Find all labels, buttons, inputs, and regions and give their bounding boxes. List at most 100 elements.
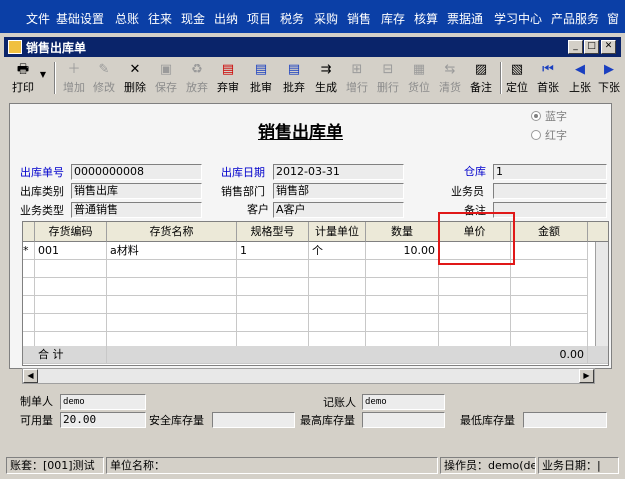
print-button[interactable]: 🖶 打印 bbox=[8, 60, 38, 96]
empty-grid-cell[interactable] bbox=[237, 260, 309, 278]
menu-project[interactable]: 项目 bbox=[247, 10, 271, 27]
cargo-location-button[interactable]: ▦ 货位 bbox=[405, 60, 433, 96]
col-header-name[interactable]: 存货名称 bbox=[107, 222, 237, 242]
minimize-button[interactable]: _ bbox=[568, 40, 583, 54]
cell-name[interactable]: a材料 bbox=[107, 242, 237, 260]
col-header-qty[interactable]: 数量 bbox=[366, 222, 439, 242]
empty-grid-cell[interactable] bbox=[309, 296, 366, 314]
radio-red[interactable]: 红字 bbox=[531, 127, 567, 143]
cell-qty[interactable]: 10.00 bbox=[366, 242, 439, 260]
empty-grid-cell[interactable] bbox=[511, 278, 588, 296]
batch-approve-button[interactable]: ▤ 批审 bbox=[247, 60, 275, 96]
empty-grid-cell[interactable] bbox=[237, 278, 309, 296]
empty-grid-cell[interactable] bbox=[366, 278, 439, 296]
print-dropdown-button[interactable]: ▼ bbox=[38, 60, 48, 96]
abandon-button[interactable]: ♻ 放弃 bbox=[183, 60, 211, 96]
add-row-button[interactable]: ⊞ 增行 bbox=[343, 60, 371, 96]
modify-button[interactable]: ✎ 修改 bbox=[90, 60, 118, 96]
cell-code[interactable]: 001 bbox=[35, 242, 107, 260]
close-button[interactable]: ✕ bbox=[601, 40, 616, 54]
menu-purchase[interactable]: 采购 bbox=[314, 10, 338, 27]
menu-sales[interactable]: 销售 bbox=[347, 10, 371, 27]
grid-vertical-scrollbar[interactable] bbox=[595, 242, 608, 346]
locate-button[interactable]: ▧ 定位 bbox=[503, 60, 531, 96]
menu-basic-settings[interactable]: 基础设置 bbox=[56, 10, 104, 27]
menu-product-service[interactable]: 产品服务 bbox=[551, 10, 599, 27]
empty-grid-cell[interactable] bbox=[107, 278, 237, 296]
save-button[interactable]: ▣ 保存 bbox=[152, 60, 180, 96]
batch-discard-button[interactable]: ▤ 批弃 bbox=[280, 60, 308, 96]
empty-grid-cell[interactable] bbox=[23, 314, 35, 332]
doc-date-field[interactable]: 2012-03-31 bbox=[273, 164, 404, 180]
menu-bill-pass[interactable]: 票据通 bbox=[447, 10, 483, 27]
radio-blue[interactable]: 蓝字 bbox=[531, 108, 567, 124]
cell-amount[interactable] bbox=[511, 242, 588, 260]
salesman-field[interactable] bbox=[493, 183, 607, 199]
generate-button[interactable]: ⇉ 生成 bbox=[312, 60, 340, 96]
empty-grid-cell[interactable] bbox=[35, 314, 107, 332]
cell-unit[interactable]: 个 bbox=[309, 242, 366, 260]
min-stock-field[interactable] bbox=[523, 412, 607, 428]
customer-field[interactable]: A客户 bbox=[273, 202, 404, 218]
empty-grid-cell[interactable] bbox=[23, 296, 35, 314]
maker-field[interactable]: demo bbox=[60, 394, 146, 410]
empty-grid-cell[interactable] bbox=[107, 314, 237, 332]
cell-spec[interactable]: 1 bbox=[237, 242, 309, 260]
max-stock-field[interactable] bbox=[362, 412, 445, 428]
empty-grid-cell[interactable] bbox=[511, 260, 588, 278]
first-record-button[interactable]: ⏮ 首张 bbox=[534, 60, 562, 96]
empty-grid-cell[interactable] bbox=[439, 296, 511, 314]
empty-grid-cell[interactable] bbox=[237, 296, 309, 314]
empty-grid-cell[interactable] bbox=[366, 260, 439, 278]
empty-grid-cell[interactable] bbox=[35, 260, 107, 278]
menu-receivables[interactable]: 往来 bbox=[148, 10, 172, 27]
empty-grid-cell[interactable] bbox=[309, 278, 366, 296]
empty-grid-cell[interactable] bbox=[439, 314, 511, 332]
dept-field[interactable]: 销售部 bbox=[273, 183, 404, 199]
menu-inventory[interactable]: 库存 bbox=[381, 10, 405, 27]
empty-grid-cell[interactable] bbox=[309, 260, 366, 278]
col-header-code[interactable]: 存货编码 bbox=[35, 222, 107, 242]
bookkeeper-field[interactable]: demo bbox=[362, 394, 445, 410]
doc-no-field[interactable]: 0000000008 bbox=[71, 164, 202, 180]
menu-tax[interactable]: 税务 bbox=[280, 10, 304, 27]
maximize-button[interactable]: □ bbox=[584, 40, 599, 54]
empty-grid-cell[interactable] bbox=[23, 278, 35, 296]
grid-horizontal-scrollbar[interactable]: ◀ ▶ bbox=[22, 368, 595, 384]
category-field[interactable]: 销售出库 bbox=[71, 183, 202, 199]
delete-button[interactable]: ✕ 删除 bbox=[121, 60, 149, 96]
menu-cash[interactable]: 现金 bbox=[181, 10, 205, 27]
menu-cashier[interactable]: 出纳 bbox=[214, 10, 238, 27]
discard-review-button[interactable]: ▤ 弃审 bbox=[214, 60, 242, 96]
next-record-button[interactable]: ▶ 下张 bbox=[597, 60, 621, 96]
empty-grid-cell[interactable] bbox=[35, 278, 107, 296]
menu-window[interactable]: 窗 bbox=[607, 10, 619, 27]
previous-record-button[interactable]: ◀ 上张 bbox=[566, 60, 594, 96]
empty-grid-cell[interactable] bbox=[309, 314, 366, 332]
empty-grid-cell[interactable] bbox=[439, 278, 511, 296]
menu-learning-center[interactable]: 学习中心 bbox=[494, 10, 542, 27]
scroll-left-icon[interactable]: ◀ bbox=[23, 369, 38, 383]
empty-grid-cell[interactable] bbox=[107, 260, 237, 278]
col-header-spec[interactable]: 规格型号 bbox=[237, 222, 309, 242]
empty-grid-cell[interactable] bbox=[366, 314, 439, 332]
menu-general-ledger[interactable]: 总账 bbox=[115, 10, 139, 27]
delete-row-button[interactable]: ⊟ 删行 bbox=[374, 60, 402, 96]
empty-grid-cell[interactable] bbox=[366, 296, 439, 314]
empty-grid-cell[interactable] bbox=[107, 296, 237, 314]
biz-type-field[interactable]: 普通销售 bbox=[71, 202, 202, 218]
empty-grid-cell[interactable] bbox=[511, 314, 588, 332]
menu-accounting[interactable]: 核算 bbox=[414, 10, 438, 27]
empty-grid-cell[interactable] bbox=[23, 260, 35, 278]
safe-stock-field[interactable] bbox=[212, 412, 295, 428]
clear-cargo-button[interactable]: ⇆ 清货 bbox=[436, 60, 464, 96]
menu-file[interactable]: 文件 bbox=[26, 10, 50, 27]
empty-grid-cell[interactable] bbox=[511, 296, 588, 314]
note-button[interactable]: ▨ 备注 bbox=[467, 60, 495, 96]
scroll-right-icon[interactable]: ▶ bbox=[579, 369, 594, 383]
empty-grid-cell[interactable] bbox=[35, 296, 107, 314]
available-field[interactable]: 20.00 bbox=[60, 412, 146, 428]
add-button[interactable]: ＋增加 bbox=[60, 60, 88, 96]
col-header-amount[interactable]: 金额 bbox=[511, 222, 588, 242]
warehouse-field[interactable]: 1 bbox=[493, 164, 607, 180]
